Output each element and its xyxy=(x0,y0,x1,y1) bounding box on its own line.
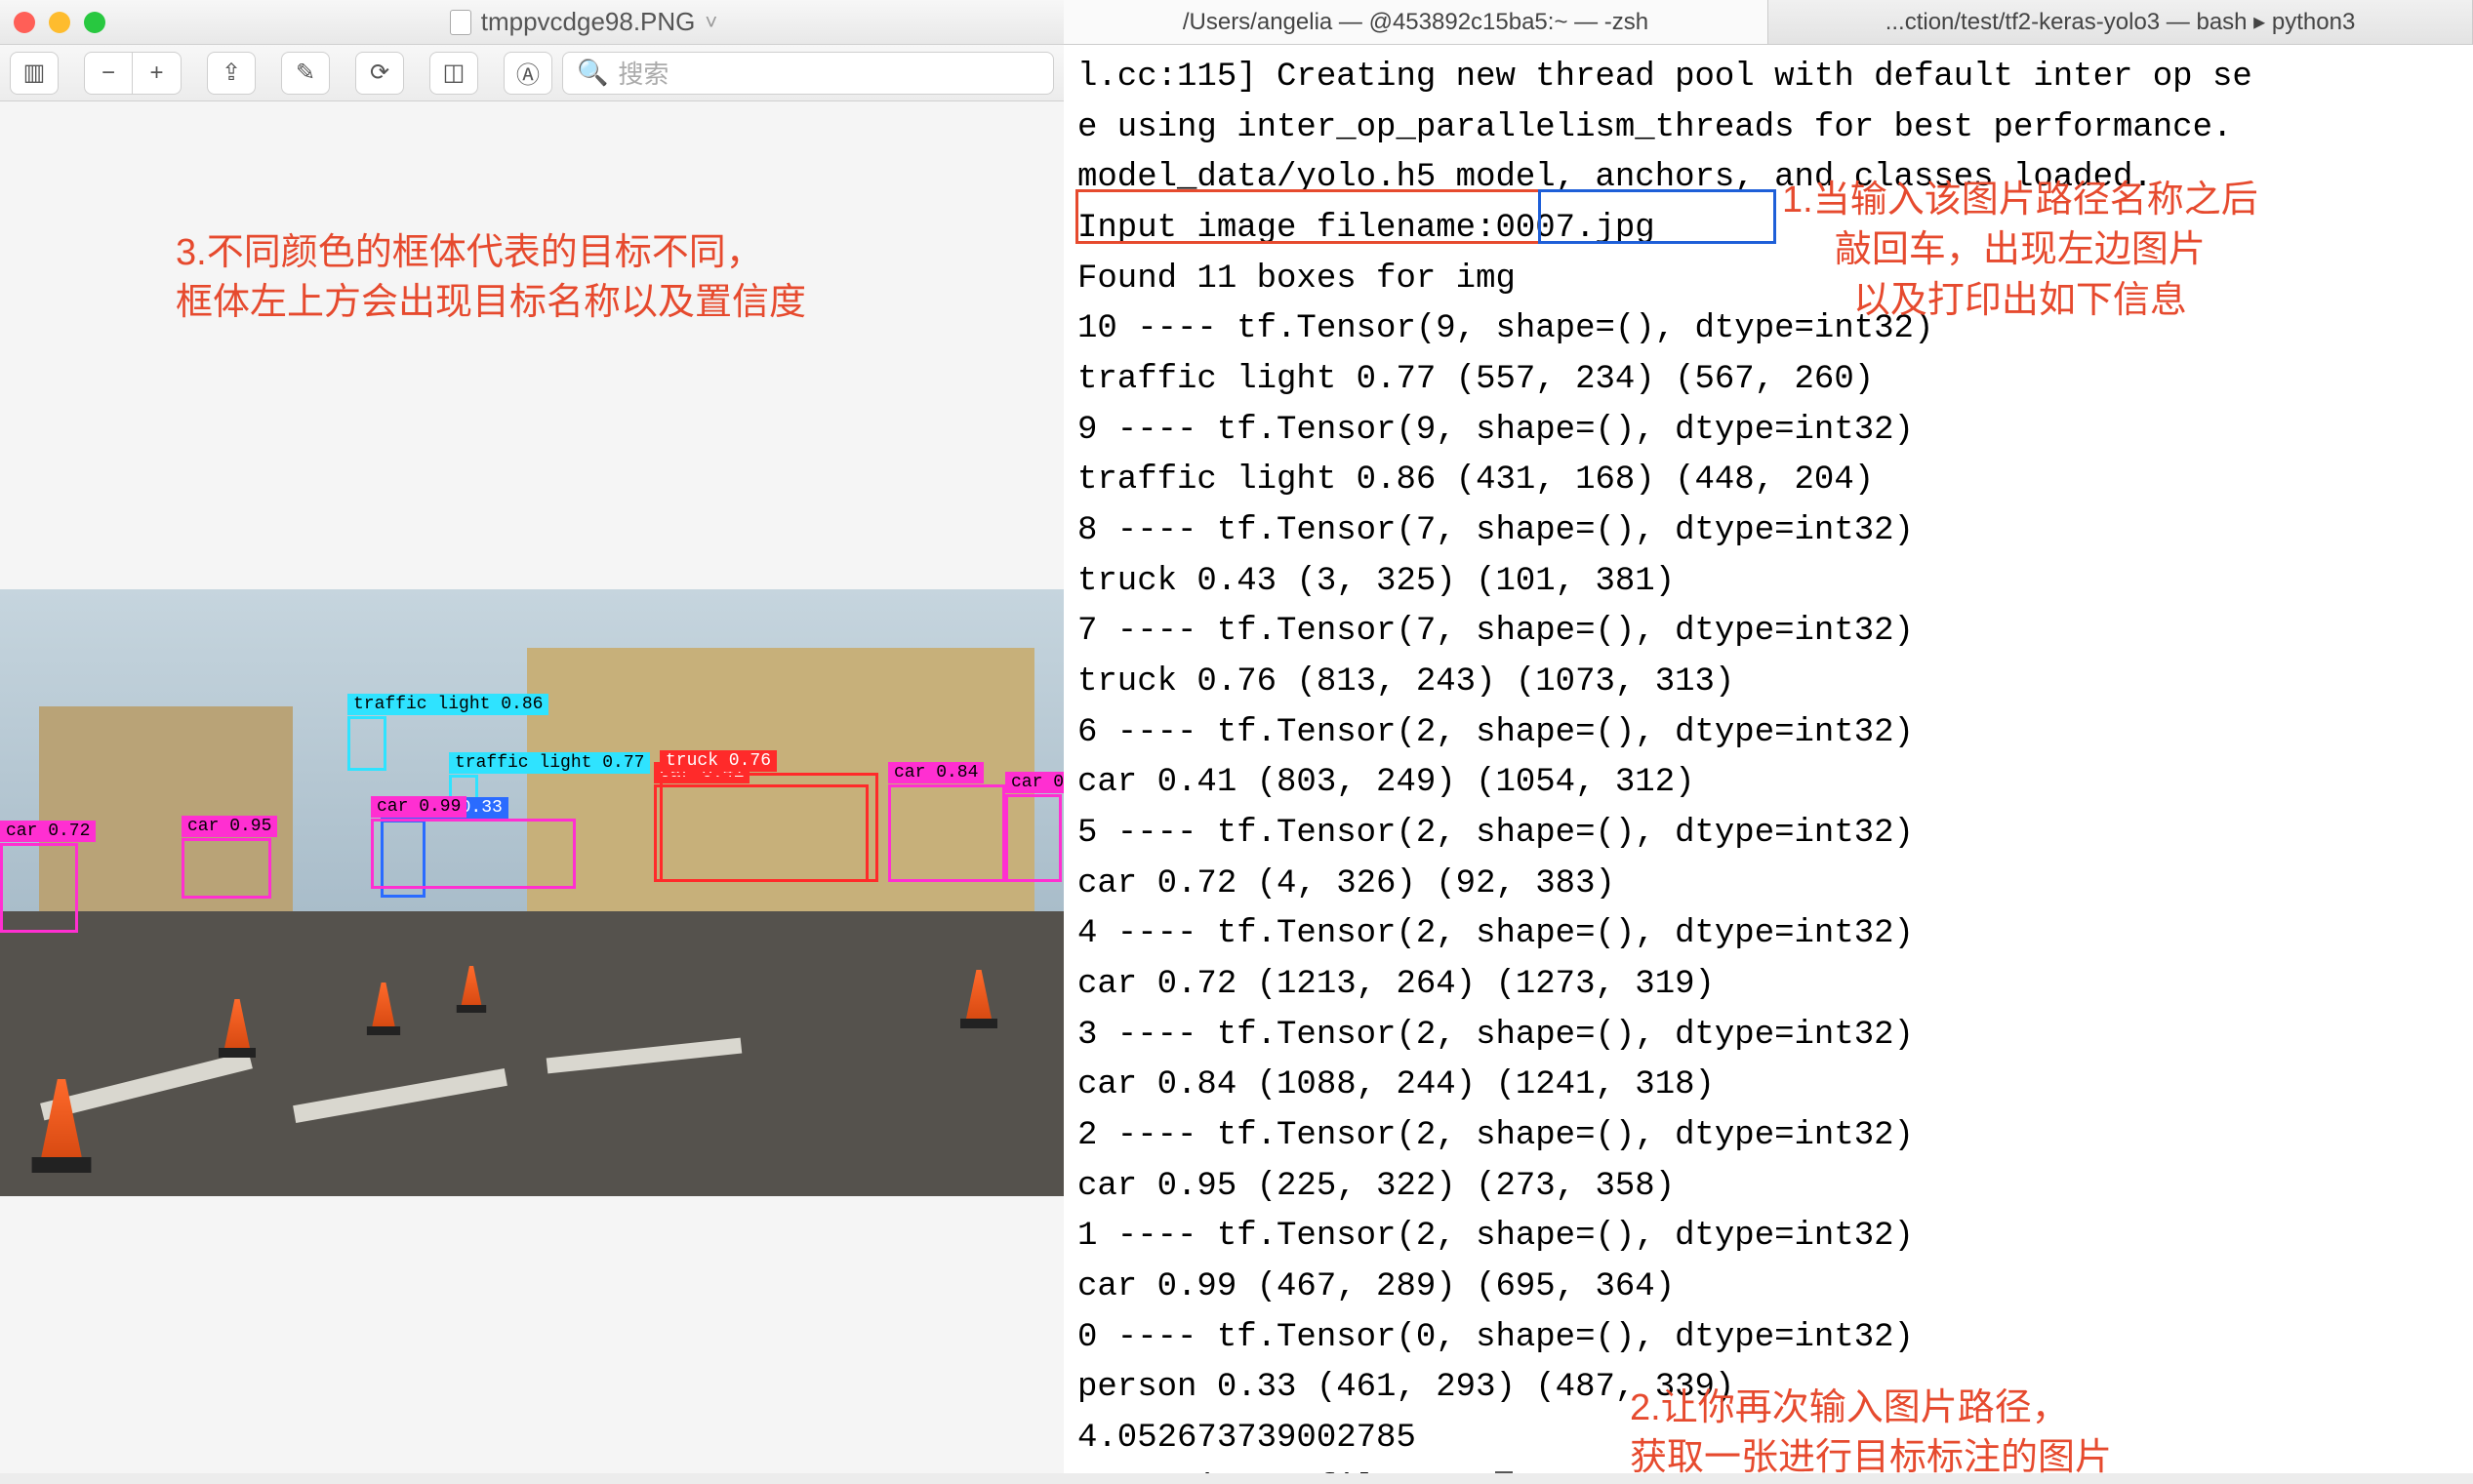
detection-label: truck 0.76 xyxy=(660,750,777,772)
annotation-1-line2: 敲回车，出现左边图片 xyxy=(1782,225,2258,275)
annotation-3-line1: 3.不同颜色的框体代表的目标不同， xyxy=(176,228,806,278)
window-title-text: tmppvcdge98.PNG xyxy=(481,7,696,37)
detection-box: car 0.72 xyxy=(0,843,78,933)
detection-label: car 0.95 xyxy=(182,816,277,837)
highlight-filename-blue xyxy=(1538,189,1776,244)
annotation-3: 3.不同颜色的框体代表的目标不同， 框体左上方会出现目标名称以及置信度 xyxy=(176,228,806,329)
annotation-1: 1.当输入该图片路径名称之后 敲回车，出现左边图片 以及打印出如下信息 xyxy=(1782,176,2258,326)
share-icon: ⇪ xyxy=(222,59,241,87)
terminal-line: 3 ---- tf.Tensor(2, shape=(), dtype=int3… xyxy=(1077,1011,2459,1062)
terminal-line: truck 0.43 (3, 325) (101, 381) xyxy=(1077,557,2459,608)
terminal-line: truck 0.76 (813, 243) (1073, 313) xyxy=(1077,658,2459,708)
detection-box: truck 0.76 xyxy=(660,773,878,882)
document-icon xyxy=(450,10,471,35)
detection-box: traffic light 0.86 xyxy=(347,716,386,771)
annotation-1-line3: 以及打印出如下信息 xyxy=(1782,276,2258,326)
terminal-line: car 0.72 (4, 326) (92, 383) xyxy=(1077,860,2459,910)
zoom-in-icon: + xyxy=(149,60,163,87)
terminal-tab-1[interactable]: /Users/angelia — @453892c15ba5:~ — -zsh xyxy=(1064,0,1768,44)
annotation-2: 2.让你再次输入图片路径， 获取一张进行目标标注的图片 xyxy=(1630,1384,2112,1484)
zoom-out-button[interactable]: − xyxy=(84,52,133,95)
terminal-line: 2 ---- tf.Tensor(2, shape=(), dtype=int3… xyxy=(1077,1111,2459,1162)
annotation-3-line2: 框体左上方会出现目标名称以及置信度 xyxy=(176,278,806,328)
detection-label: car 0 xyxy=(1005,772,1070,793)
terminal-line: 5 ---- tf.Tensor(2, shape=(), dtype=int3… xyxy=(1077,809,2459,860)
rotate-icon: ⟳ xyxy=(370,59,389,87)
preview-titlebar[interactable]: tmppvcdge98.PNG ˅ xyxy=(0,0,1064,45)
window-title: tmppvcdge98.PNG ˅ xyxy=(117,7,1050,37)
terminal-line: traffic light 0.86 (431, 168) (448, 204) xyxy=(1077,456,2459,506)
terminal-line: car 0.95 (225, 322) (273, 358) xyxy=(1077,1162,2459,1213)
annotate-icon: Ⓐ xyxy=(516,56,540,90)
detection-label: car 0.84 xyxy=(888,762,984,783)
markup-pencil-button[interactable]: ✎ xyxy=(281,52,330,95)
preview-window: tmppvcdge98.PNG ˅ ▥ − + ⇪ ✎ ⟳ ◫ Ⓐ 🔍 搜索 3… xyxy=(0,0,1064,1473)
terminal-line: car 0.84 (1088, 244) (1241, 318) xyxy=(1077,1061,2459,1111)
window-controls xyxy=(14,12,105,33)
crop-button[interactable]: ◫ xyxy=(429,52,478,95)
rotate-button[interactable]: ⟳ xyxy=(355,52,404,95)
terminal-line: 7 ---- tf.Tensor(7, shape=(), dtype=int3… xyxy=(1077,607,2459,658)
close-icon[interactable] xyxy=(14,12,35,33)
search-field[interactable]: 🔍 搜索 xyxy=(562,52,1054,95)
minimize-icon[interactable] xyxy=(49,12,70,33)
terminal-tab-1-label: /Users/angelia — @453892c15ba5:~ — -zsh xyxy=(1183,9,1648,36)
terminal-tabs: /Users/angelia — @453892c15ba5:~ — -zsh … xyxy=(1064,0,2473,45)
share-button[interactable]: ⇪ xyxy=(207,52,256,95)
annotate-button[interactable]: Ⓐ xyxy=(504,52,552,95)
terminal-line: car 0.99 (467, 289) (695, 364) xyxy=(1077,1263,2459,1313)
annotation-2-line1: 2.让你再次输入图片路径， xyxy=(1630,1384,2112,1433)
terminal-line: car 0.72 (1213, 264) (1273, 319) xyxy=(1077,960,2459,1011)
terminal-line: traffic light 0.77 (557, 234) (567, 260) xyxy=(1077,355,2459,406)
terminal-line: 9 ---- tf.Tensor(9, shape=(), dtype=int3… xyxy=(1077,406,2459,457)
annotation-1-line1: 1.当输入该图片路径名称之后 xyxy=(1782,176,2258,225)
terminal-output[interactable]: l.cc:115] Creating new thread pool with … xyxy=(1064,45,2473,1473)
detection-box: car 0 xyxy=(1005,794,1062,882)
pencil-icon: ✎ xyxy=(296,59,315,87)
sidebar-toggle-button[interactable]: ▥ xyxy=(10,52,59,95)
terminal-line: l.cc:115] Creating new thread pool with … xyxy=(1077,53,2459,103)
detection-box: car 0.84 xyxy=(888,784,1005,882)
zoom-in-button[interactable]: + xyxy=(133,52,182,95)
terminal-line: 1 ---- tf.Tensor(2, shape=(), dtype=int3… xyxy=(1077,1212,2459,1263)
zoom-out-icon: − xyxy=(101,60,115,87)
detection-result-image: traffic light 0.86traffic light 0.77pers… xyxy=(0,589,1064,1196)
search-placeholder: 搜索 xyxy=(618,55,669,91)
preview-canvas[interactable]: 3.不同颜色的框体代表的目标不同， 框体左上方会出现目标名称以及置信度 traf… xyxy=(0,101,1064,1473)
terminal-tab-2-label: ...ction/test/tf2-keras-yolo3 — bash ▸ p… xyxy=(1885,8,2356,36)
maximize-icon[interactable] xyxy=(84,12,105,33)
terminal-line: 6 ---- tf.Tensor(2, shape=(), dtype=int3… xyxy=(1077,708,2459,759)
detection-label: car 0.72 xyxy=(0,821,96,842)
preview-toolbar: ▥ − + ⇪ ✎ ⟳ ◫ Ⓐ 🔍 搜索 xyxy=(0,45,1064,101)
detection-label: traffic light 0.86 xyxy=(347,694,548,715)
detection-box: car 0.95 xyxy=(182,838,271,899)
search-icon: 🔍 xyxy=(577,58,608,88)
terminal-tab-2[interactable]: ...ction/test/tf2-keras-yolo3 — bash ▸ p… xyxy=(1768,0,2473,44)
terminal-line: car 0.41 (803, 249) (1054, 312) xyxy=(1077,758,2459,809)
terminal-line: 4 ---- tf.Tensor(2, shape=(), dtype=int3… xyxy=(1077,909,2459,960)
detection-label: car 0.99 xyxy=(371,796,466,818)
zoom-group: − + xyxy=(84,52,182,95)
detection-box: car 0.99 xyxy=(371,819,576,889)
terminal-line: e using inter_op_parallelism_threads for… xyxy=(1077,103,2459,154)
detection-label: traffic light 0.77 xyxy=(449,752,650,774)
annotation-2-line2: 获取一张进行目标标注的图片 xyxy=(1630,1433,2112,1483)
terminal-line: 8 ---- tf.Tensor(7, shape=(), dtype=int3… xyxy=(1077,506,2459,557)
terminal-line: 0 ---- tf.Tensor(0, shape=(), dtype=int3… xyxy=(1077,1313,2459,1364)
crop-icon: ◫ xyxy=(443,59,466,87)
terminal-window: /Users/angelia — @453892c15ba5:~ — -zsh … xyxy=(1064,0,2473,1473)
sidebar-icon: ▥ xyxy=(23,59,46,87)
chevron-down-icon[interactable]: ˅ xyxy=(705,10,717,35)
